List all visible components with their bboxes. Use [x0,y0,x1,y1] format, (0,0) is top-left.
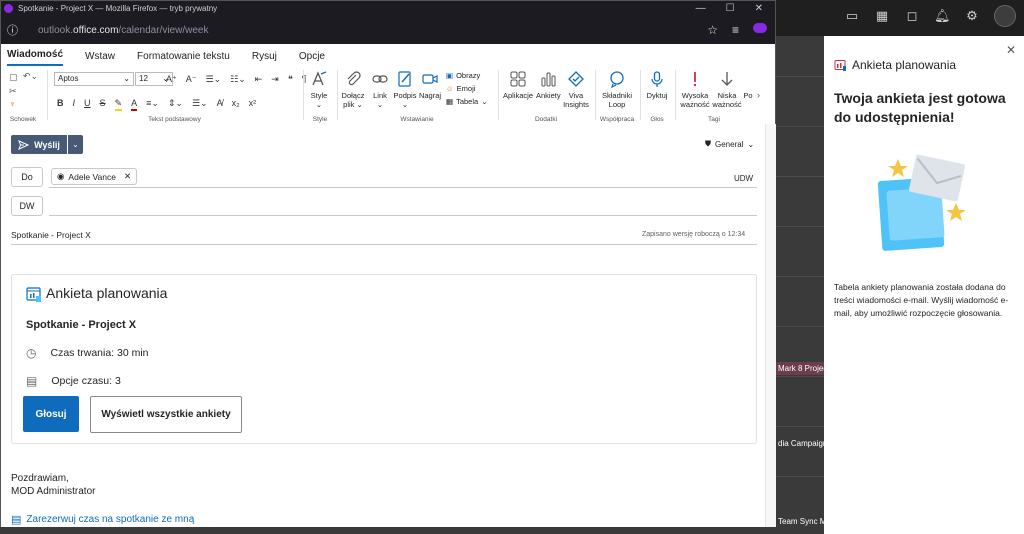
calendar-booking-icon: ▤ [11,514,22,526]
signature: Pozdrawiam, MOD Administrator [11,472,95,498]
calendar-icon: ▤ [26,374,38,388]
address-bar: ⓘ outlook.office.com/calendar/view/week … [1,16,775,44]
ribbon-tabs: Wiadomość Wstaw Formatowanie tekstu Rysu… [1,44,775,66]
info-icon[interactable]: ⓘ [7,22,18,38]
group-voice: Głos [650,116,664,123]
draft-status: Zapisano wersję roboczą o 12:34 [642,231,746,238]
vote-button[interactable]: Głosuj [23,396,79,432]
send-icon [18,139,30,150]
clock-icon: ◷ [26,346,37,360]
scheduling-poll-pane: ✕ Ankieta planowania Twoja ankieta jest … [824,36,1024,534]
tab-insert[interactable]: Wstaw [85,51,115,66]
pane-heading: Twoja ankieta jest gotowa do udostępnien… [834,90,1006,125]
notifications-icon[interactable]: 🔔︎ [934,8,951,27]
pane-title: Ankieta planowania [834,58,956,72]
envelope-illustration [877,154,966,251]
avatar[interactable] [994,5,1016,27]
menu-icon[interactable]: ≡ [732,23,739,37]
background-calendar [776,36,824,534]
to-button[interactable]: Do [11,167,43,187]
background-toolbar-icons: ▭ ▦ ◻ 🔔︎ ⚙ [844,5,1024,27]
group-insert: Wstawianie [400,116,434,123]
group-clipboard: Schowek [9,116,37,123]
close-icon[interactable]: ✕ [1006,43,1016,57]
poll-time-options: ▤ Opcje czasu: 3 [26,374,121,388]
window-titlebar: Spotkanie - Project X — Mozilla Firefox … [1,1,775,16]
feedback-icon[interactable]: ◻ [904,8,920,27]
tab-format-text[interactable]: Formatowanie tekstu [137,51,230,66]
calendar-event[interactable]: dia Campaign [776,437,824,450]
scheduling-poll-card: Ankieta planowania Spotkanie - Project X… [11,274,757,444]
ribbon-scroll-right-icon[interactable]: › [757,90,760,100]
close-window-icon[interactable]: ✕ [755,3,763,14]
window-title: Spotkanie - Project X — Mozilla Firefox … [18,4,218,13]
compose-scrollbar[interactable] [765,124,776,527]
poll-duration: ◷ Czas trwania: 30 min [26,346,149,360]
private-browsing-icon [4,4,13,13]
cc-input[interactable] [49,215,757,216]
group-collaboration: Współpraca [599,116,635,123]
tab-options[interactable]: Opcje [299,51,325,66]
minimize-icon[interactable]: — [696,3,706,14]
group-style: Style [312,116,328,123]
tab-message[interactable]: Wiadomość [7,49,64,66]
send-button[interactable]: Wyślij [11,135,67,154]
ribbon-toolbar: ▢ ↶⌄ ✂ ♆ Schowek Aptos ⌄ 12 ⌄ A⁺ A⁻ ☰⌄ ☷⌄ … [1,66,775,125]
pane-title-text: Ankieta planowania [852,58,957,72]
bookmark-star-icon[interactable]: ☆ [707,23,718,37]
group-addins: Dodatki [534,116,558,123]
settings-icon[interactable]: ⚙ [964,8,980,27]
group-basic-text: Tekst podstawowy [148,116,201,123]
maximize-icon[interactable]: ☐ [726,3,735,14]
group-tags: Tagi [708,116,720,123]
cc-button[interactable]: DW [11,196,43,216]
send-options-dropdown[interactable]: ⌄ [68,135,83,154]
remove-recipient-icon[interactable]: ✕ [124,171,131,182]
recipient-chip[interactable]: ◉ Adele Vance ✕ [51,168,138,185]
bcc-link[interactable]: UDW [734,174,753,183]
pane-description: Tabela ankiety planowania została dodana… [834,282,1009,318]
signature-greeting: Pozdrawiam, [11,473,69,484]
contact-icon: ◉ [57,171,65,181]
poll-meeting-name: Spotkanie - Project X [26,319,137,331]
firefox-window: Spotkanie - Project X — Mozilla Firefox … [0,0,776,527]
url-field[interactable]: outlook.office.com/calendar/view/week [38,25,208,36]
compose-area: Wyślij ⌄ ⛊ General ⌄ Do ◉ Adele Vance ✕ U… [1,124,765,527]
tab-draw[interactable]: Rysuj [252,51,277,66]
word-icon[interactable]: ▦ [874,8,890,27]
sensitivity-label[interactable]: ⛊ General ⌄ [705,139,754,149]
signature-name: MOD Administrator [11,486,96,497]
booking-link[interactable]: ▤ Zarezerwuj czas na spotkanie ze mną [11,513,194,526]
calendar-event[interactable]: Mark 8 Project [776,362,824,375]
poll-card-title: Ankieta planowania [46,285,168,301]
poll-icon [834,59,846,71]
poll-icon [26,287,41,302]
shield-icon: ⛊ [705,139,711,148]
private-mask-icon [753,23,767,33]
subject-field[interactable]: Spotkanie - Project X [11,230,91,240]
chat-icon[interactable]: ▭ [844,8,860,27]
view-all-polls-button[interactable]: Wyświetl wszystkie ankiety [90,396,242,433]
